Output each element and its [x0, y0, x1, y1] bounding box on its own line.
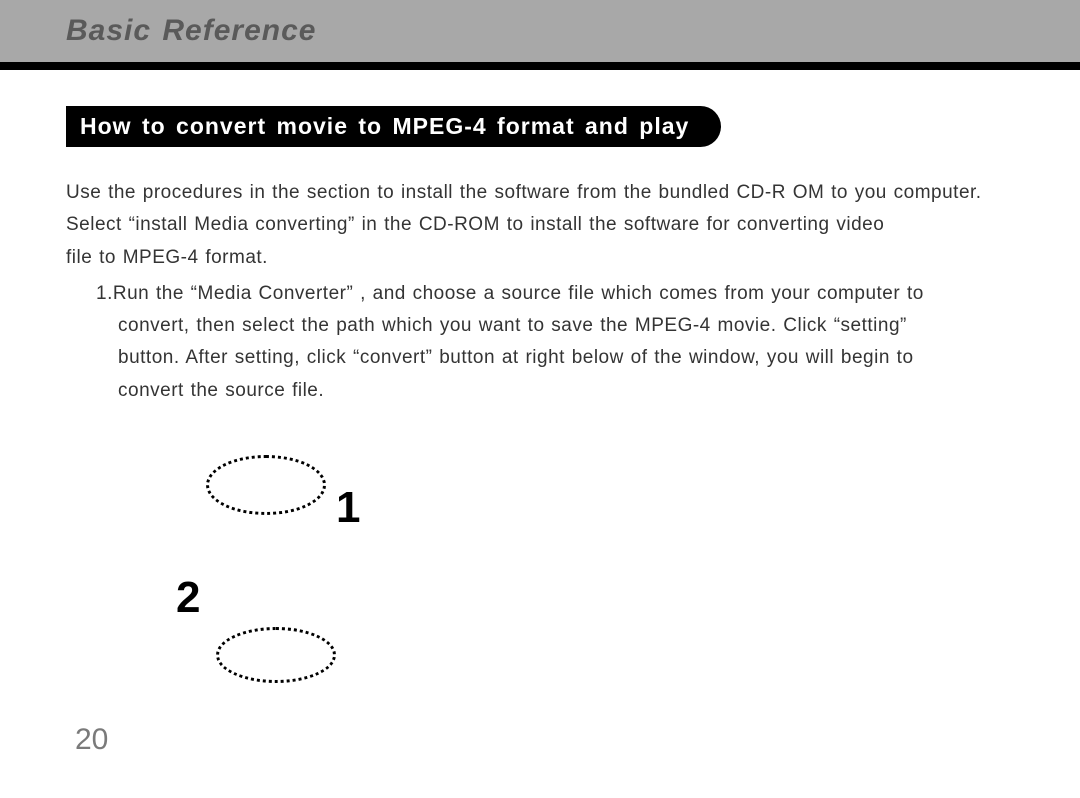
callout-diagram: 1 2 — [196, 455, 1014, 715]
page-number-block: 20 — [66, 720, 108, 760]
dotted-ellipse-2 — [216, 627, 336, 683]
intro-line-3: file to MPEG-4 format. — [66, 247, 268, 268]
intro-line-1: Use the procedures in the section to ins… — [66, 182, 982, 203]
header-rule — [0, 62, 1080, 70]
header-title: Basic Reference — [0, 14, 316, 48]
step-first-line: Run the “Media Converter” , and choose a… — [113, 283, 924, 304]
numbered-list: 1.Run the “Media Converter” , and choose… — [66, 278, 1014, 407]
intro-text: Use the procedures in the section to ins… — [66, 177, 1014, 274]
dotted-ellipse-1 — [206, 455, 326, 515]
page-number: 20 — [75, 723, 108, 757]
header-band: Basic Reference — [0, 0, 1080, 62]
callout-number-2: 2 — [176, 573, 200, 623]
step-cont-3: convert the source file. — [96, 375, 1014, 407]
intro-line-2: Select “install Media converting” in the… — [66, 214, 884, 235]
content-area: How to convert movie to MPEG-4 format an… — [0, 70, 1080, 715]
step-number: 1. — [96, 283, 113, 304]
section-heading: How to convert movie to MPEG-4 format an… — [66, 106, 721, 147]
step-cont-2: button. After setting, click “convert” b… — [96, 342, 1014, 374]
step-cont-1: convert, then select the path which you … — [96, 310, 1014, 342]
callout-number-1: 1 — [336, 483, 360, 533]
